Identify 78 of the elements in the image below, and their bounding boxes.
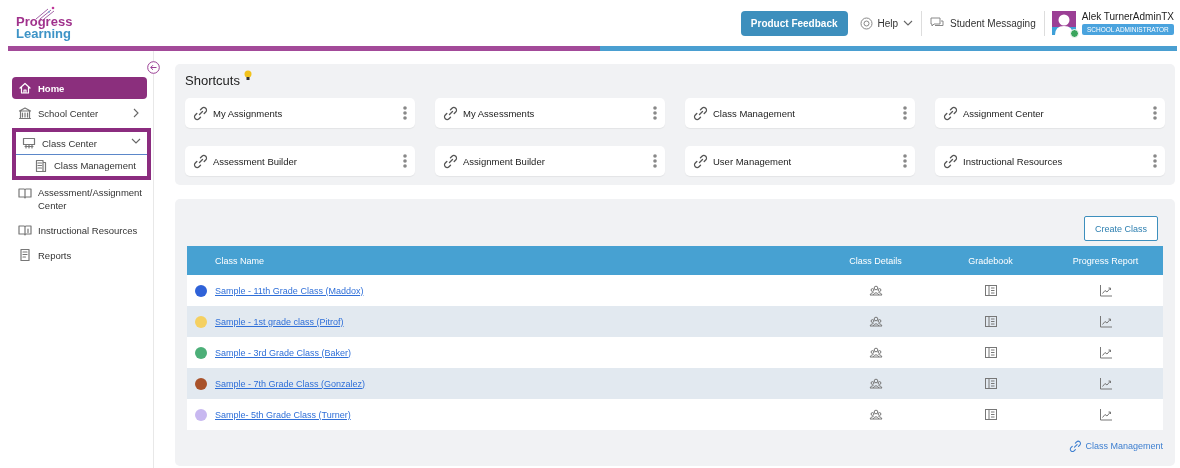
shortcut-card[interactable]: User Management — [685, 146, 915, 176]
help-menu[interactable]: Help — [857, 16, 922, 30]
shortcut-card[interactable]: My Assignments — [185, 98, 415, 128]
shortcut-card[interactable]: Assessment Builder — [185, 146, 415, 176]
link-icon — [693, 105, 708, 121]
link-icon — [943, 153, 958, 169]
column-header: Class Name — [214, 255, 265, 266]
sidebar-item[interactable]: Reports — [12, 244, 147, 266]
sidebar-item[interactable]: School Center — [12, 102, 147, 124]
book-icon — [18, 223, 32, 237]
gradebook-icon[interactable] — [983, 377, 998, 390]
link-icon — [693, 153, 708, 169]
shortcut-card[interactable]: Class Management — [685, 98, 915, 128]
class-name-link[interactable]: Sample - 1st grade class (Pitrof) — [215, 316, 344, 327]
group-icon[interactable] — [868, 377, 883, 390]
more-options-icon[interactable] — [653, 154, 657, 168]
line-chart-icon[interactable] — [1098, 284, 1113, 297]
link-icon — [193, 105, 208, 121]
column-header: Class Details — [848, 255, 903, 266]
gradebook-icon[interactable] — [983, 408, 998, 421]
line-chart-icon[interactable] — [1098, 377, 1113, 390]
link-icon — [1069, 440, 1082, 452]
shortcut-card[interactable]: My Assessments — [435, 98, 665, 128]
link-icon — [943, 105, 958, 121]
document-icon — [34, 158, 48, 173]
more-options-icon[interactable] — [403, 106, 407, 120]
report-icon — [18, 248, 32, 262]
group-icon[interactable] — [868, 408, 883, 421]
link-icon — [193, 153, 208, 169]
class-name-link[interactable]: Sample - 11th Grade Class (Maddox) — [215, 285, 364, 296]
column-header: Progress Report — [1071, 255, 1140, 266]
more-options-icon[interactable] — [1153, 106, 1157, 120]
sidebar-item[interactable]: Assessment/Assignment Center — [12, 184, 147, 216]
create-class-button[interactable]: Create Class — [1083, 216, 1158, 241]
building-icon — [18, 106, 32, 120]
help-icon — [859, 16, 873, 30]
student-messaging-link[interactable]: Student Messaging — [922, 17, 1044, 29]
class-name-link[interactable]: Sample - 7th Grade Class (Gonzalez) — [215, 378, 366, 389]
link-icon — [443, 153, 458, 169]
avatar[interactable] — [1051, 11, 1076, 35]
more-options-icon[interactable] — [1153, 154, 1157, 168]
gradebook-icon[interactable] — [983, 284, 998, 297]
more-options-icon[interactable] — [403, 154, 407, 168]
chevron-down-icon — [903, 20, 914, 26]
chat-icon — [930, 17, 945, 29]
classroom-board-icon — [22, 136, 36, 150]
line-chart-icon[interactable] — [1098, 346, 1113, 359]
column-header: Gradebook — [967, 255, 1014, 266]
shortcut-card[interactable]: Instructional Resources — [935, 146, 1165, 176]
group-icon[interactable] — [868, 284, 883, 297]
product-feedback-button[interactable]: Product Feedback — [740, 10, 848, 36]
sidebar-item[interactable]: Home — [12, 77, 147, 99]
line-chart-icon[interactable] — [1098, 315, 1113, 328]
shortcut-card[interactable]: Assignment Center — [935, 98, 1165, 128]
group-icon[interactable] — [868, 315, 883, 328]
link-icon — [443, 105, 458, 121]
group-icon[interactable] — [868, 346, 883, 359]
collapse-arrow-icon[interactable] — [147, 61, 160, 74]
section-title: Shortcuts — [185, 73, 240, 88]
class-management-link[interactable]: Class Management — [1069, 440, 1163, 452]
sidebar-item[interactable]: Class Center — [16, 132, 147, 154]
gradebook-icon[interactable] — [983, 315, 998, 328]
lightbulb-icon — [243, 70, 252, 81]
class-name-link[interactable]: Sample - 3rd Grade Class (Baker) — [215, 347, 352, 358]
more-options-icon[interactable] — [903, 154, 907, 168]
user-silhouette-icon — [1051, 11, 1076, 35]
more-options-icon[interactable] — [903, 106, 907, 120]
class-name-link[interactable]: Sample- 5th Grade Class (Turner) — [215, 409, 351, 420]
shortcut-card[interactable]: Assignment Builder — [435, 146, 665, 176]
more-options-icon[interactable] — [653, 106, 657, 120]
gradebook-icon[interactable] — [983, 346, 998, 359]
line-chart-icon[interactable] — [1098, 408, 1113, 421]
house-icon — [18, 81, 32, 95]
submenu-item[interactable]: Class Management — [16, 154, 147, 176]
logo[interactable]: Progress Learning — [16, 6, 73, 40]
sidebar-item[interactable]: Instructional Resources — [12, 219, 147, 241]
user-name: Alek TurnerAdminTX — [1081, 11, 1174, 22]
book-icon — [18, 186, 32, 200]
